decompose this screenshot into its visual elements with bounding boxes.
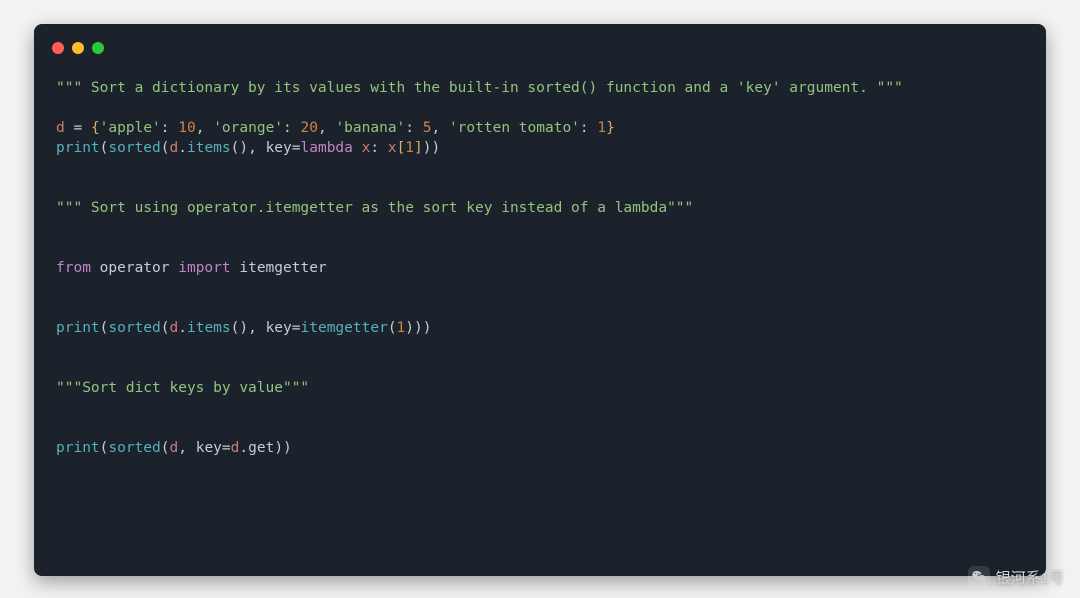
paren: ) <box>274 440 283 456</box>
colon: : <box>161 120 178 136</box>
comma: , <box>318 120 335 136</box>
string: 'apple' <box>100 120 161 136</box>
wechat-icon <box>968 566 990 588</box>
watermark-text: 银河系1号 <box>996 567 1064 588</box>
call: print <box>56 440 100 456</box>
paren: ) <box>239 320 248 336</box>
string: 'banana' <box>335 120 405 136</box>
number: 1 <box>405 140 414 156</box>
call: print <box>56 140 100 156</box>
dot: . <box>178 140 187 156</box>
module: operator <box>100 260 170 276</box>
brace: } <box>606 120 615 136</box>
string: 'orange' <box>213 120 283 136</box>
keyword: from <box>56 260 91 276</box>
colon: : <box>405 120 422 136</box>
paren: ) <box>239 140 248 156</box>
paren: ) <box>414 320 423 336</box>
identifier: d <box>170 440 179 456</box>
operator: = <box>65 120 91 136</box>
arg-sep: , key= <box>248 140 300 156</box>
number: 20 <box>301 120 318 136</box>
arg-sep: , key= <box>178 440 230 456</box>
paren: ) <box>423 320 432 336</box>
paren: ( <box>161 140 170 156</box>
paren: ) <box>432 140 441 156</box>
number: 1 <box>397 320 406 336</box>
keyword: import <box>178 260 230 276</box>
call: sorted <box>108 140 160 156</box>
colon: : <box>283 120 300 136</box>
docstring-line: """ Sort using operator.itemgetter as th… <box>56 200 693 216</box>
space <box>170 260 179 276</box>
paren: ) <box>405 320 414 336</box>
window-titlebar <box>34 24 1046 58</box>
window-zoom-button[interactable] <box>92 42 104 54</box>
docstring-line: """ Sort a dictionary by its values with… <box>56 80 903 96</box>
number: 1 <box>597 120 606 136</box>
window-minimize-button[interactable] <box>72 42 84 54</box>
colon: : <box>370 140 387 156</box>
arg-sep: , key= <box>248 320 300 336</box>
comma: , <box>196 120 213 136</box>
call: sorted <box>108 440 160 456</box>
identifier: d <box>170 140 179 156</box>
identifier: x <box>388 140 397 156</box>
space <box>91 260 100 276</box>
call: items <box>187 320 231 336</box>
window-close-button[interactable] <box>52 42 64 54</box>
call: sorted <box>108 320 160 336</box>
paren: ) <box>283 440 292 456</box>
call: itemgetter <box>301 320 388 336</box>
bracket: ] <box>414 140 423 156</box>
brace: { <box>91 120 100 136</box>
call: print <box>56 320 100 336</box>
paren: ( <box>161 440 170 456</box>
string: 'rotten tomato' <box>449 120 580 136</box>
code-editor-window: """ Sort a dictionary by its values with… <box>34 24 1046 576</box>
call: items <box>187 140 231 156</box>
attr: get <box>248 440 274 456</box>
code-content: """ Sort a dictionary by its values with… <box>34 58 1046 458</box>
paren: ( <box>161 320 170 336</box>
keyword: lambda <box>301 140 353 156</box>
colon: : <box>580 120 597 136</box>
dot: . <box>178 320 187 336</box>
paren: ) <box>423 140 432 156</box>
dot: . <box>239 440 248 456</box>
number: 10 <box>178 120 195 136</box>
paren: ( <box>388 320 397 336</box>
name: itemgetter <box>239 260 326 276</box>
identifier: d <box>170 320 179 336</box>
comma: , <box>431 120 448 136</box>
space <box>353 140 362 156</box>
bracket: [ <box>397 140 406 156</box>
identifier: d <box>56 120 65 136</box>
docstring-line: """Sort dict keys by value""" <box>56 380 309 396</box>
watermark: 银河系1号 <box>968 566 1064 588</box>
